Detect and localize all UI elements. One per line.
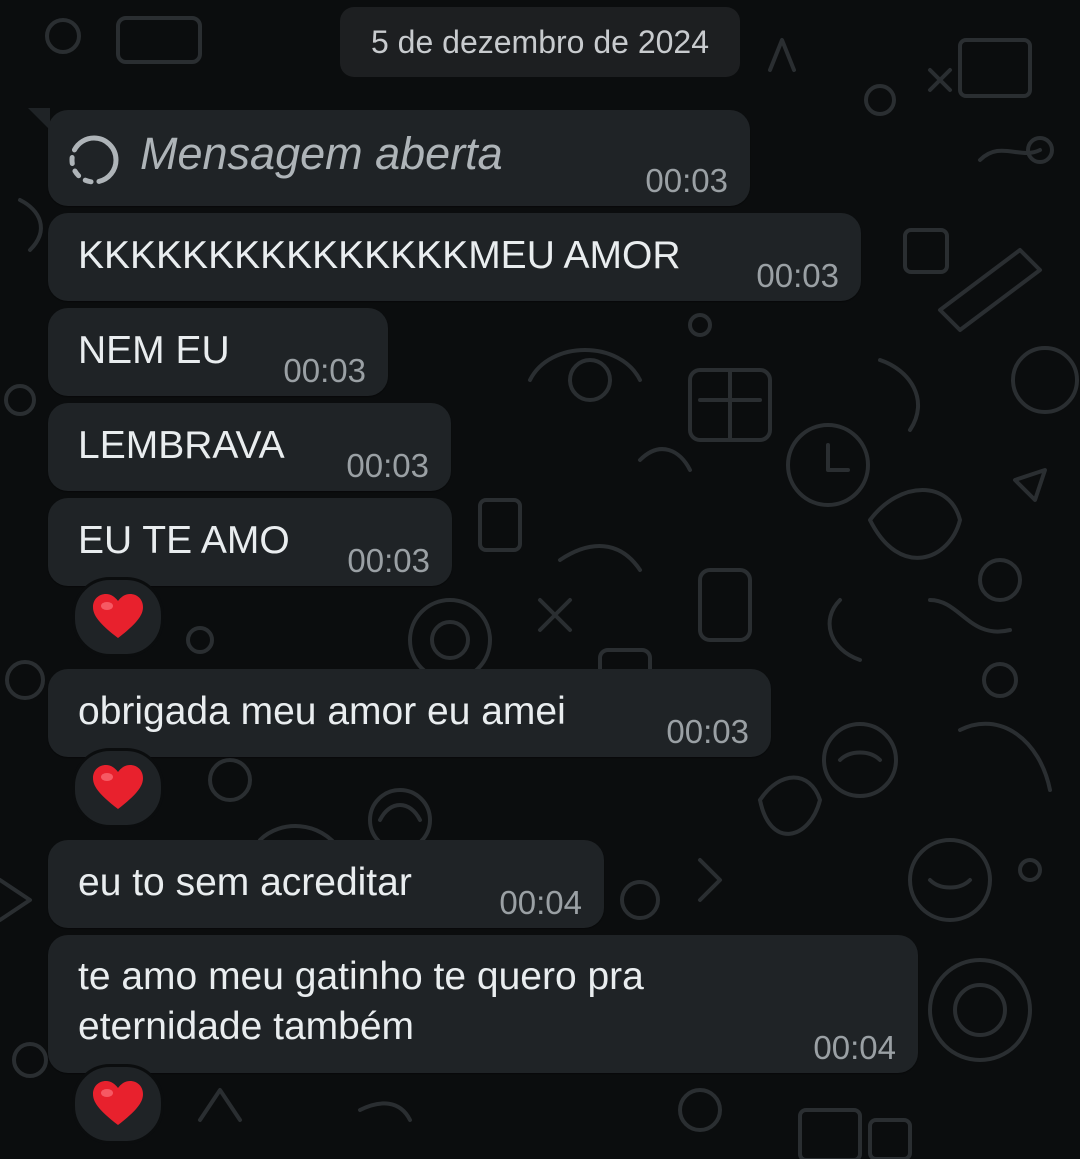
message-text: obrigada meu amor eu amei [78, 690, 566, 733]
view-once-label: Mensagem aberta [140, 128, 503, 179]
message-time: 00:03 [645, 162, 728, 199]
message-text-line: te amo meu gatinho te quero pra [78, 955, 644, 998]
bubble-tail [28, 108, 50, 130]
chat-area: 5 de dezembro de 2024 Mensagem aberta 00… [0, 0, 1080, 1159]
message-text: eu to sem acreditar [78, 861, 412, 904]
date-separator: 5 de dezembro de 2024 [340, 7, 740, 77]
message-time: 00:04 [813, 1029, 896, 1066]
red-heart-icon [93, 765, 143, 809]
message-bubble[interactable]: LEMBRAVA 00:03 [48, 403, 451, 491]
message-time: 00:03 [283, 352, 366, 389]
message-bubble[interactable]: KKKKKKKKKKKKKKKMEU AMOR 00:03 [48, 213, 861, 301]
message-bubble[interactable]: NEM EU 00:03 [48, 308, 388, 396]
message-time: 00:04 [499, 884, 582, 921]
red-heart-icon [93, 594, 143, 638]
message-bubble-view-once[interactable]: Mensagem aberta 00:03 [48, 110, 750, 206]
message-time: 00:03 [346, 447, 429, 484]
message-text: KKKKKKKKKKKKKKKMEU AMOR [78, 234, 681, 277]
message-time: 00:03 [666, 713, 749, 750]
message-bubble[interactable]: EU TE AMO 00:03 [48, 498, 452, 586]
message-bubble[interactable]: te amo meu gatinho te quero pra eternida… [48, 935, 918, 1073]
message-text: EU TE AMO [78, 519, 290, 562]
message-text-line: eternidade também [78, 1005, 415, 1048]
message-reaction[interactable] [72, 1064, 164, 1144]
message-time: 00:03 [347, 542, 430, 579]
message-bubble[interactable]: eu to sem acreditar 00:04 [48, 840, 604, 928]
red-heart-icon [93, 1081, 143, 1125]
dashed-circle-icon [69, 135, 119, 185]
message-reaction[interactable] [72, 577, 164, 657]
message-time: 00:03 [756, 257, 839, 294]
message-text: NEM EU [78, 329, 230, 372]
message-text: LEMBRAVA [78, 424, 285, 467]
message-bubble[interactable]: obrigada meu amor eu amei 00:03 [48, 669, 771, 757]
message-reaction[interactable] [72, 748, 164, 828]
